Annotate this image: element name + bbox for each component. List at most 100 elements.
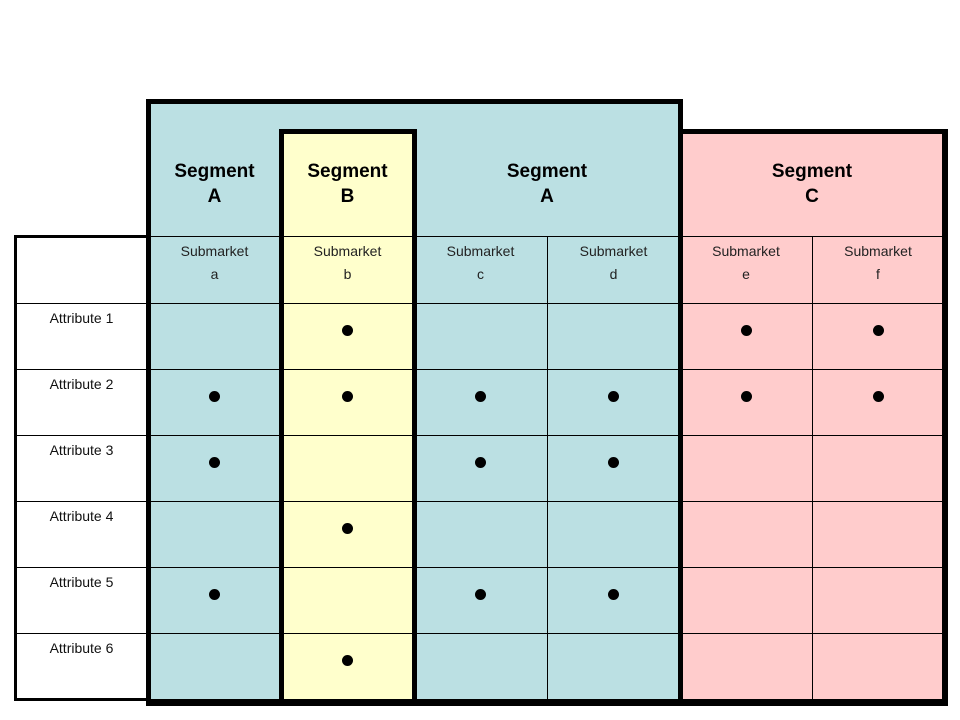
submarket-letter: c: [477, 266, 484, 282]
matrix-cell: [148, 567, 281, 633]
matrix-cell: [547, 501, 680, 567]
filled-dot-icon: [740, 325, 752, 336]
attribute-label: Attribute 3: [49, 442, 114, 458]
segment-header-b: Segment B: [281, 131, 414, 236]
matrix-cell: [812, 303, 944, 369]
matrix-cell: [812, 435, 944, 501]
segment-letter: A: [540, 185, 554, 207]
matrix-cell: [547, 435, 680, 501]
submarket-letter: b: [343, 266, 352, 282]
submarket-header-f: Submarket f: [812, 236, 944, 303]
matrix-cell: [148, 501, 281, 567]
grid-hline: [15, 369, 944, 370]
filled-dot-icon: [209, 391, 220, 402]
matrix-cell: [547, 369, 680, 435]
submarket-header-b: Submarket b: [281, 236, 414, 303]
matrix-cell: [680, 435, 812, 501]
grid-vline: [547, 236, 548, 699]
grid-hline: [15, 501, 944, 502]
frame-bottom: [146, 699, 946, 706]
matrix-cell: [281, 435, 414, 501]
filled-dot-icon: [342, 523, 353, 534]
matrix-cell: [148, 369, 281, 435]
segment-header-c: Segment C: [680, 131, 944, 236]
matrix-cell: [547, 567, 680, 633]
grid-hline: [15, 303, 944, 304]
segment-title: Segment: [307, 160, 388, 182]
filled-dot-icon: [608, 391, 619, 402]
segment-a-frame-left: [146, 99, 151, 706]
filled-dot-icon: [342, 325, 353, 336]
segment-letter: C: [805, 185, 819, 207]
attribute-label: Attribute 6: [49, 640, 114, 656]
grid-hline: [15, 567, 944, 568]
matrix-cell: [812, 567, 944, 633]
segment-title: Segment: [771, 160, 853, 182]
grid-vline: [812, 236, 813, 699]
filled-dot-icon: [209, 589, 220, 600]
segment-a-frame-right: [678, 99, 683, 706]
submarket-letter: f: [876, 266, 880, 282]
submarket-label: Submarket: [446, 243, 515, 259]
filled-dot-icon: [608, 457, 619, 468]
segment-b-frame-right: [412, 129, 417, 699]
filled-dot-icon: [475, 589, 486, 600]
matrix-cell: [680, 633, 812, 699]
grid-hline: [15, 435, 944, 436]
label-column-top-border: [14, 235, 148, 238]
matrix-cell: [281, 501, 414, 567]
matrix-cell: [281, 303, 414, 369]
matrix-cell: [414, 435, 547, 501]
filled-dot-icon: [740, 391, 752, 402]
matrix-cell: [148, 633, 281, 699]
attribute-label: Attribute 5: [49, 574, 114, 590]
segment-title: Segment: [506, 160, 588, 182]
matrix-cell: [547, 633, 680, 699]
submarket-header-e: Submarket e: [680, 236, 812, 303]
submarket-label: Submarket: [712, 243, 780, 259]
attribute-label: Attribute 4: [49, 508, 114, 524]
submarket-header-d: Submarket d: [547, 236, 680, 303]
matrix-cell: [812, 633, 944, 699]
segment-letter: A: [207, 185, 222, 207]
matrix-cell: [148, 303, 281, 369]
matrix-cell: [414, 633, 547, 699]
submarket-label: Submarket: [579, 243, 648, 259]
matrix-cell: [680, 501, 812, 567]
submarket-letter: a: [210, 266, 219, 282]
segment-header-a2: Segment A: [414, 101, 680, 236]
filled-dot-icon: [209, 457, 220, 468]
filled-dot-icon: [872, 391, 884, 402]
filled-dot-icon: [872, 325, 884, 336]
matrix-cell: [414, 369, 547, 435]
filled-dot-icon: [342, 391, 353, 402]
matrix-cell: [281, 567, 414, 633]
segment-a-frame-top: [146, 99, 682, 104]
matrix-cell: [680, 369, 812, 435]
submarket-header-a: Submarket a: [148, 236, 281, 303]
label-column-bottom-border: [14, 698, 148, 701]
matrix-cell: [812, 369, 944, 435]
segment-header-a1: Segment A: [148, 101, 281, 236]
filled-dot-icon: [342, 655, 353, 666]
submarket-header-c: Submarket c: [414, 236, 547, 303]
submarket-letter: d: [609, 266, 618, 282]
attribute-label: Attribute 2: [49, 376, 114, 392]
matrix-cell: [414, 501, 547, 567]
segment-b-frame-top: [279, 129, 416, 134]
submarket-label: Submarket: [180, 243, 249, 259]
matrix-cell: [281, 369, 414, 435]
segment-c-frame-right: [942, 129, 948, 706]
submarket-label: Submarket: [313, 243, 382, 259]
filled-dot-icon: [475, 457, 486, 468]
matrix-cell: [547, 303, 680, 369]
matrix-cell: [281, 633, 414, 699]
matrix-cell: [414, 303, 547, 369]
grid-hline: [15, 633, 944, 634]
matrix-cell: [414, 567, 547, 633]
matrix-cell: [680, 567, 812, 633]
matrix-cell: [680, 303, 812, 369]
label-column-left-border: [14, 236, 17, 700]
segment-b-frame-left: [279, 129, 284, 699]
segment-c-frame-top: [678, 129, 945, 134]
